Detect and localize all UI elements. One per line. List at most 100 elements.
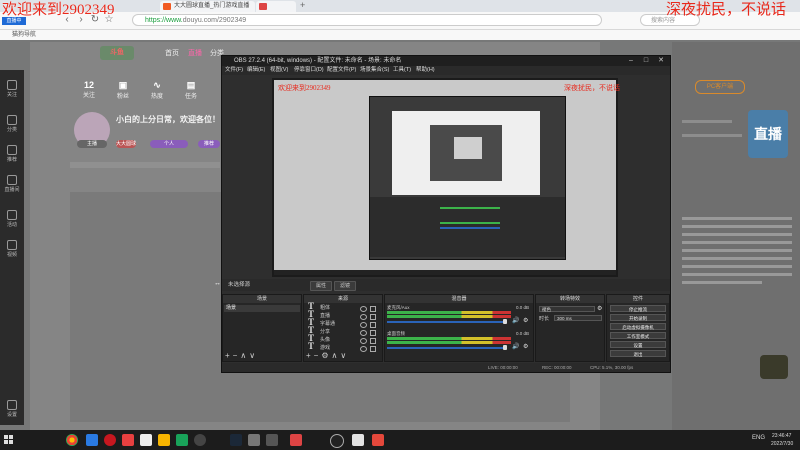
stat-fans[interactable]: ▣ 粉丝: [110, 80, 136, 100]
left-nav-item[interactable]: 直播间: [3, 175, 21, 193]
studio-mode-button[interactable]: 工作室模式: [610, 332, 666, 339]
settings-button[interactable]: 设置: [610, 341, 666, 348]
new-tab-icon[interactable]: +: [300, 0, 305, 10]
input-language[interactable]: ENG: [752, 435, 765, 441]
obs-window[interactable]: OBS 27.2.4 (64-bit, windows) - 配置文件: 未命名…: [221, 55, 671, 373]
visibility-icon[interactable]: [360, 322, 367, 328]
left-nav-item[interactable]: 分类: [3, 115, 21, 133]
left-nav-item[interactable]: 关注: [3, 80, 21, 98]
visibility-icon[interactable]: [360, 314, 367, 320]
scene-toolbar[interactable]: +−∧∨: [225, 351, 258, 360]
bookmark-item[interactable]: 猫狗导航: [12, 30, 36, 40]
obs-status-bar: LIVE: 00:00:00 REC: 00:00:00 CPU: 5.1%, …: [222, 363, 670, 372]
pc-client-button[interactable]: PC客户端: [695, 80, 745, 94]
content-line: [70, 162, 220, 168]
menu-scene-collection[interactable]: 场景集合(S): [360, 66, 389, 75]
transition-gear-icon[interactable]: ⚙: [597, 305, 602, 312]
nav-home[interactable]: 首页: [165, 48, 179, 58]
visibility-icon[interactable]: [360, 306, 367, 312]
browser-tab[interactable]: 大大圆球直播_热门游戏直播: [160, 1, 255, 12]
steam-icon[interactable]: [230, 434, 242, 446]
menu-help[interactable]: 帮助(H): [416, 66, 435, 75]
gear-icon[interactable]: ⚙: [523, 343, 528, 350]
start-recording-button[interactable]: 开始录制: [610, 314, 666, 321]
side-ad[interactable]: 直播: [748, 110, 788, 158]
visibility-icon[interactable]: [360, 346, 367, 352]
lock-icon[interactable]: [370, 338, 376, 344]
volume-knob[interactable]: [503, 319, 507, 324]
source-item[interactable]: T 头像: [308, 334, 380, 344]
app-icon[interactable]: [352, 434, 364, 446]
url-input[interactable]: https://www.douyu.com/2902349: [132, 14, 602, 26]
stat-follow[interactable]: 12 关注: [76, 80, 102, 99]
app-icon[interactable]: [248, 434, 260, 446]
wechat-icon[interactable]: [176, 434, 188, 446]
exit-button[interactable]: 退出: [610, 350, 666, 357]
lock-icon[interactable]: [370, 330, 376, 336]
source-toolbar[interactable]: +−⚙∧∨: [306, 351, 349, 360]
source-item[interactable]: T 字幕通: [308, 318, 380, 328]
chrome-icon[interactable]: [66, 434, 78, 446]
volume-slider[interactable]: [387, 347, 507, 349]
menu-profile[interactable]: 配置文件(P): [327, 66, 356, 75]
lock-icon[interactable]: [370, 306, 376, 312]
source-item[interactable]: T 分享: [308, 326, 380, 336]
lock-icon[interactable]: [370, 346, 376, 352]
app-icon[interactable]: [372, 434, 384, 446]
nav-live[interactable]: 直播: [188, 48, 202, 58]
obs-preview[interactable]: 欢迎来到2902349 深夜扰民，不说话: [272, 78, 620, 277]
windows-start-icon[interactable]: [4, 435, 14, 445]
properties-button[interactable]: 属性: [310, 281, 332, 291]
speaker-icon[interactable]: 🔊: [512, 343, 519, 350]
lock-icon[interactable]: [370, 314, 376, 320]
left-nav-item[interactable]: 设置: [3, 400, 21, 418]
left-nav-item[interactable]: 活动: [3, 210, 21, 228]
weibo-icon[interactable]: [122, 434, 134, 446]
speaker-icon[interactable]: 🔊: [512, 317, 519, 324]
gear-icon[interactable]: ⚙: [523, 317, 528, 324]
stat-task[interactable]: ▤ 任务: [178, 80, 204, 100]
transition-select[interactable]: 褪色: [539, 306, 595, 312]
nested-meter: [440, 222, 500, 224]
minimize-icon[interactable]: –: [624, 56, 638, 66]
obs-title-bar[interactable]: OBS 27.2.4 (64-bit, windows) - 配置文件: 未命名…: [222, 56, 670, 66]
app-icon[interactable]: [266, 434, 278, 446]
menu-file[interactable]: 文件(F): [225, 66, 243, 75]
close-icon[interactable]: ✕: [654, 56, 668, 66]
lock-icon[interactable]: [370, 322, 376, 328]
douyu-logo[interactable]: 斗鱼: [100, 46, 134, 60]
menu-tools[interactable]: 工具(T): [393, 66, 411, 75]
browser-tab-2[interactable]: [256, 1, 296, 12]
obs-taskbar-icon[interactable]: [194, 434, 206, 446]
maximize-icon[interactable]: □: [639, 56, 653, 66]
volume-knob[interactable]: [503, 345, 507, 350]
tab-label: 大大圆球直播_热门游戏直播: [174, 3, 250, 9]
volume-slider[interactable]: [387, 321, 507, 323]
file-icon[interactable]: [140, 434, 152, 446]
filters-button[interactable]: 滤镜: [334, 281, 356, 291]
menu-docks[interactable]: 停靠窗口(D): [294, 66, 324, 75]
folder-icon[interactable]: [158, 434, 170, 446]
netease-music-icon[interactable]: [104, 434, 116, 446]
event-badge[interactable]: [760, 355, 788, 379]
clock-time[interactable]: 23:46:47: [772, 433, 791, 439]
app-icon[interactable]: [290, 434, 302, 446]
stop-streaming-button[interactable]: 停止推流: [610, 305, 666, 312]
menu-view[interactable]: 视图(V): [270, 66, 288, 75]
live-status: LIVE: 00:00:00: [488, 365, 518, 370]
duration-input[interactable]: 300 ms: [554, 315, 602, 321]
source-item[interactable]: T 直播: [308, 310, 380, 320]
app-icon[interactable]: [86, 434, 98, 446]
source-item[interactable]: T 粗体: [308, 302, 380, 312]
visibility-icon[interactable]: [360, 330, 367, 336]
virtual-camera-button[interactable]: 启动虚拟摄像机: [610, 323, 666, 330]
stat-heat[interactable]: ∿ 热度: [144, 80, 170, 100]
visibility-icon[interactable]: [360, 338, 367, 344]
obs-icon[interactable]: [330, 434, 344, 448]
clock-date[interactable]: 2022/7/30: [771, 441, 793, 447]
left-nav-item[interactable]: 推荐: [3, 145, 21, 163]
scene-item[interactable]: 场景: [224, 305, 300, 312]
left-nav-item[interactable]: 视频: [3, 240, 21, 258]
menu-edit[interactable]: 编辑(E): [247, 66, 265, 75]
preview-nested-obs: [369, 96, 566, 260]
